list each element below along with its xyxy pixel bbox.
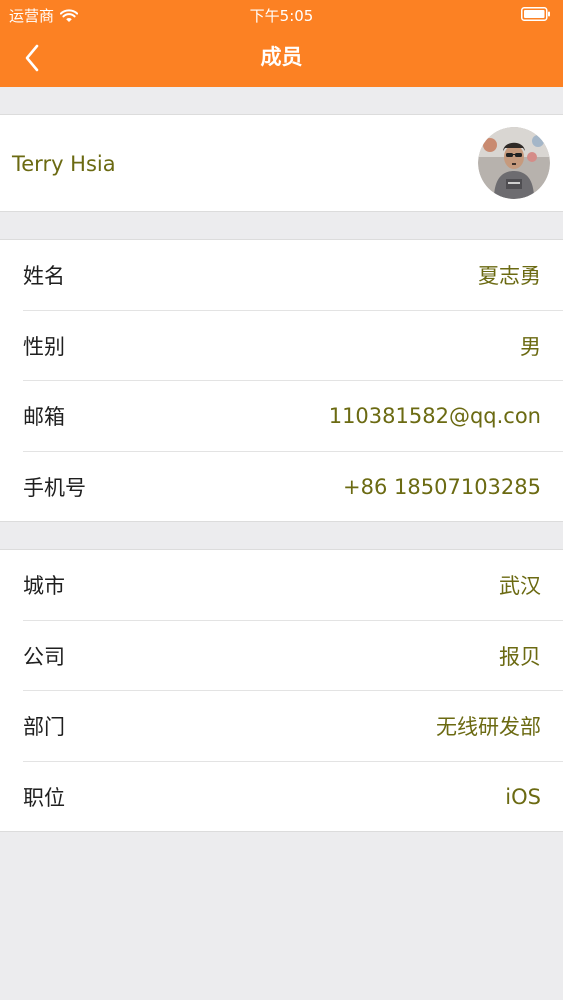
row-value: 报贝 [499, 644, 541, 669]
row-value: 无线研发部 [436, 715, 541, 740]
navigation-bar: 成员 [0, 30, 563, 87]
row-label: 手机号 [23, 475, 86, 500]
list-item-company[interactable]: 公司 报贝 [0, 621, 563, 692]
chevron-left-icon [25, 44, 39, 72]
list-item-city[interactable]: 城市 武汉 [0, 550, 563, 621]
row-label: 姓名 [23, 264, 65, 289]
row-label: 公司 [23, 644, 65, 669]
page-title: 成员 [260, 45, 303, 69]
back-button[interactable] [14, 40, 50, 76]
row-value: 夏志勇 [478, 264, 541, 289]
row-label: 邮箱 [23, 405, 65, 430]
row-label: 性别 [23, 334, 65, 359]
row-value: iOS [505, 784, 541, 809]
list-item-phone[interactable]: 手机号 +86 18507103285 [0, 452, 563, 523]
row-label: 职位 [23, 785, 65, 810]
user-avatar-photo [478, 127, 550, 199]
profile-name: Terry Hsia [12, 152, 116, 176]
list-item-position[interactable]: 职位 iOS [0, 762, 563, 833]
list-item-email[interactable]: 邮箱 110381582@qq.con [0, 381, 563, 452]
row-label: 城市 [23, 574, 65, 599]
row-label: 部门 [23, 715, 65, 740]
list-item-name[interactable]: 姓名 夏志勇 [0, 240, 563, 311]
row-value: +86 18507103285 [343, 474, 541, 499]
battery-icon [521, 7, 550, 21]
row-value: 男 [520, 334, 541, 359]
row-value: 武汉 [499, 574, 541, 599]
personal-info-group: 姓名 夏志勇 性别 男 邮箱 110381582@qq.con 手机号 +86 … [0, 239, 563, 522]
status-time: 下午5:05 [249, 7, 314, 25]
list-item-department[interactable]: 部门 无线研发部 [0, 691, 563, 762]
work-info-group: 城市 武汉 公司 报贝 部门 无线研发部 职位 iOS [0, 549, 563, 832]
status-bar: 运营商 下午5:05 [0, 0, 563, 30]
list-item-gender[interactable]: 性别 男 [0, 311, 563, 382]
row-value: 110381582@qq.con [328, 404, 541, 429]
app-header: 运营商 下午5:05 成员 [0, 0, 563, 87]
avatar[interactable] [478, 127, 550, 199]
profile-card[interactable]: Terry Hsia [0, 114, 563, 212]
